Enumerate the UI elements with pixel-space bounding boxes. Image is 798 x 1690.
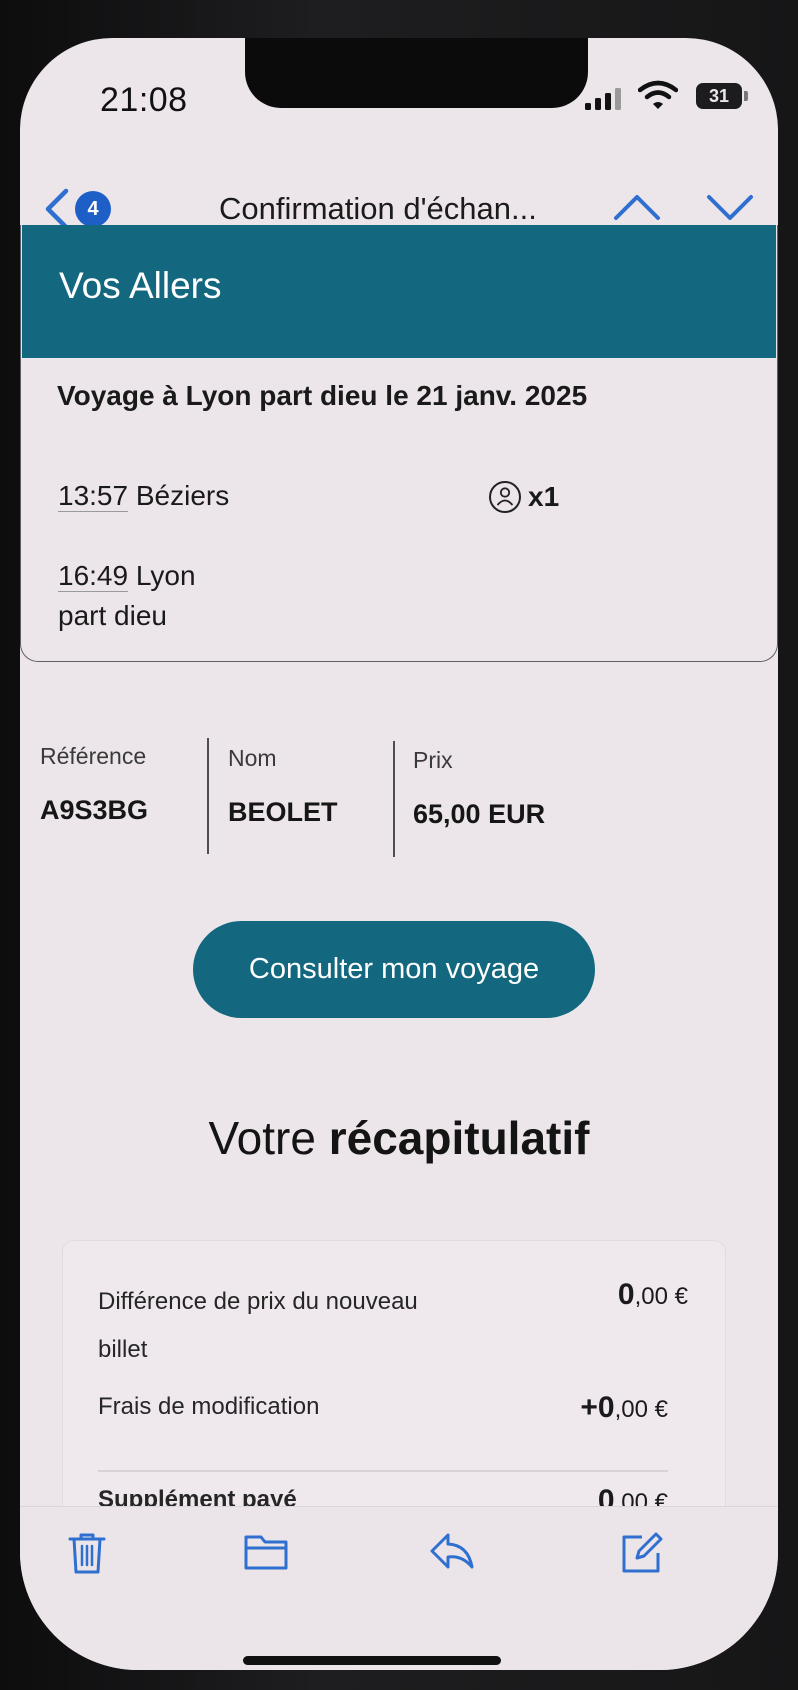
column-divider bbox=[207, 738, 209, 854]
departure-station: Béziers bbox=[135, 480, 230, 511]
amount-decimals: ,00 € bbox=[634, 1283, 688, 1310]
column-divider bbox=[393, 741, 395, 857]
trash-icon[interactable] bbox=[67, 1531, 107, 1575]
reference-label: Référence bbox=[40, 743, 147, 769]
reference-value: A9S3BG bbox=[40, 795, 149, 825]
email-subject-title: Confirmation d'échan... bbox=[219, 191, 537, 226]
folder-icon[interactable] bbox=[243, 1531, 289, 1571]
name-label: Nom bbox=[228, 745, 277, 771]
passenger-count-value: x1 bbox=[528, 481, 560, 512]
price-value: 65,00 EUR bbox=[413, 799, 546, 829]
wifi-icon bbox=[638, 80, 678, 109]
summary-row-label: Différence de prix du nouveau billet bbox=[98, 1288, 418, 1363]
arrival-station-line2: part dieu bbox=[58, 600, 167, 631]
price-label: Prix bbox=[413, 747, 453, 773]
trip-title: Voyage à Lyon part dieu le 21 janv. 2025 bbox=[57, 380, 588, 411]
summary-heading-regular: Votre bbox=[208, 1112, 316, 1164]
battery-icon: 31 bbox=[696, 83, 742, 109]
summary-row-amount: 0,00 € bbox=[618, 1278, 688, 1312]
summary-divider bbox=[98, 1470, 668, 1472]
summary-row: Différence de prix du nouveau billet 0,0… bbox=[98, 1278, 688, 1374]
chevron-down-icon[interactable] bbox=[703, 188, 757, 226]
battery-cap bbox=[744, 91, 748, 101]
section-title: Vos Allers bbox=[59, 265, 222, 306]
compose-icon[interactable] bbox=[620, 1531, 664, 1575]
arrival-time: 16:49 bbox=[58, 560, 129, 592]
home-indicator[interactable] bbox=[243, 1656, 501, 1665]
view-trip-button[interactable]: Consulter mon voyage bbox=[193, 921, 595, 1018]
arrival-leg: 16:49 Lyon part dieu bbox=[58, 556, 196, 636]
amount-integer: 0 bbox=[617, 1278, 635, 1311]
allers-header: Vos Allers bbox=[22, 225, 776, 358]
price-column: Prix 65,00 EUR bbox=[413, 747, 545, 830]
arrival-station: Lyon bbox=[135, 560, 196, 591]
summary-row-amount: +0,00 € bbox=[580, 1391, 668, 1425]
departure-leg: 13:57 Béziers bbox=[58, 476, 229, 516]
summary-heading: Votre récapitulatif bbox=[20, 1111, 778, 1165]
departure-time: 13:57 bbox=[58, 480, 129, 512]
signal-icon bbox=[585, 88, 621, 110]
summary-row: Frais de modification +0,00 € bbox=[98, 1383, 668, 1431]
amount-integer: +0 bbox=[580, 1391, 615, 1424]
amount-decimals: ,00 € bbox=[614, 1396, 668, 1423]
name-column: Nom BEOLET bbox=[228, 745, 338, 828]
phone-screen: 21:08 31 4 Confirmation d'échan... Vos A… bbox=[20, 38, 778, 1670]
reference-column: Référence A9S3BG bbox=[40, 743, 148, 826]
chevron-up-icon[interactable] bbox=[610, 188, 664, 226]
status-time: 21:08 bbox=[100, 81, 188, 119]
camera-notch bbox=[245, 38, 588, 108]
mail-toolbar bbox=[20, 1506, 778, 1670]
name-value: BEOLET bbox=[228, 797, 338, 827]
unread-count-badge: 4 bbox=[75, 191, 111, 227]
summary-heading-bold: récapitulatif bbox=[328, 1112, 590, 1164]
phone-frame: 21:08 31 4 Confirmation d'échan... Vos A… bbox=[0, 0, 798, 1690]
passenger-count: x1 bbox=[488, 480, 559, 514]
person-icon bbox=[489, 481, 521, 513]
reply-icon[interactable] bbox=[428, 1531, 476, 1571]
